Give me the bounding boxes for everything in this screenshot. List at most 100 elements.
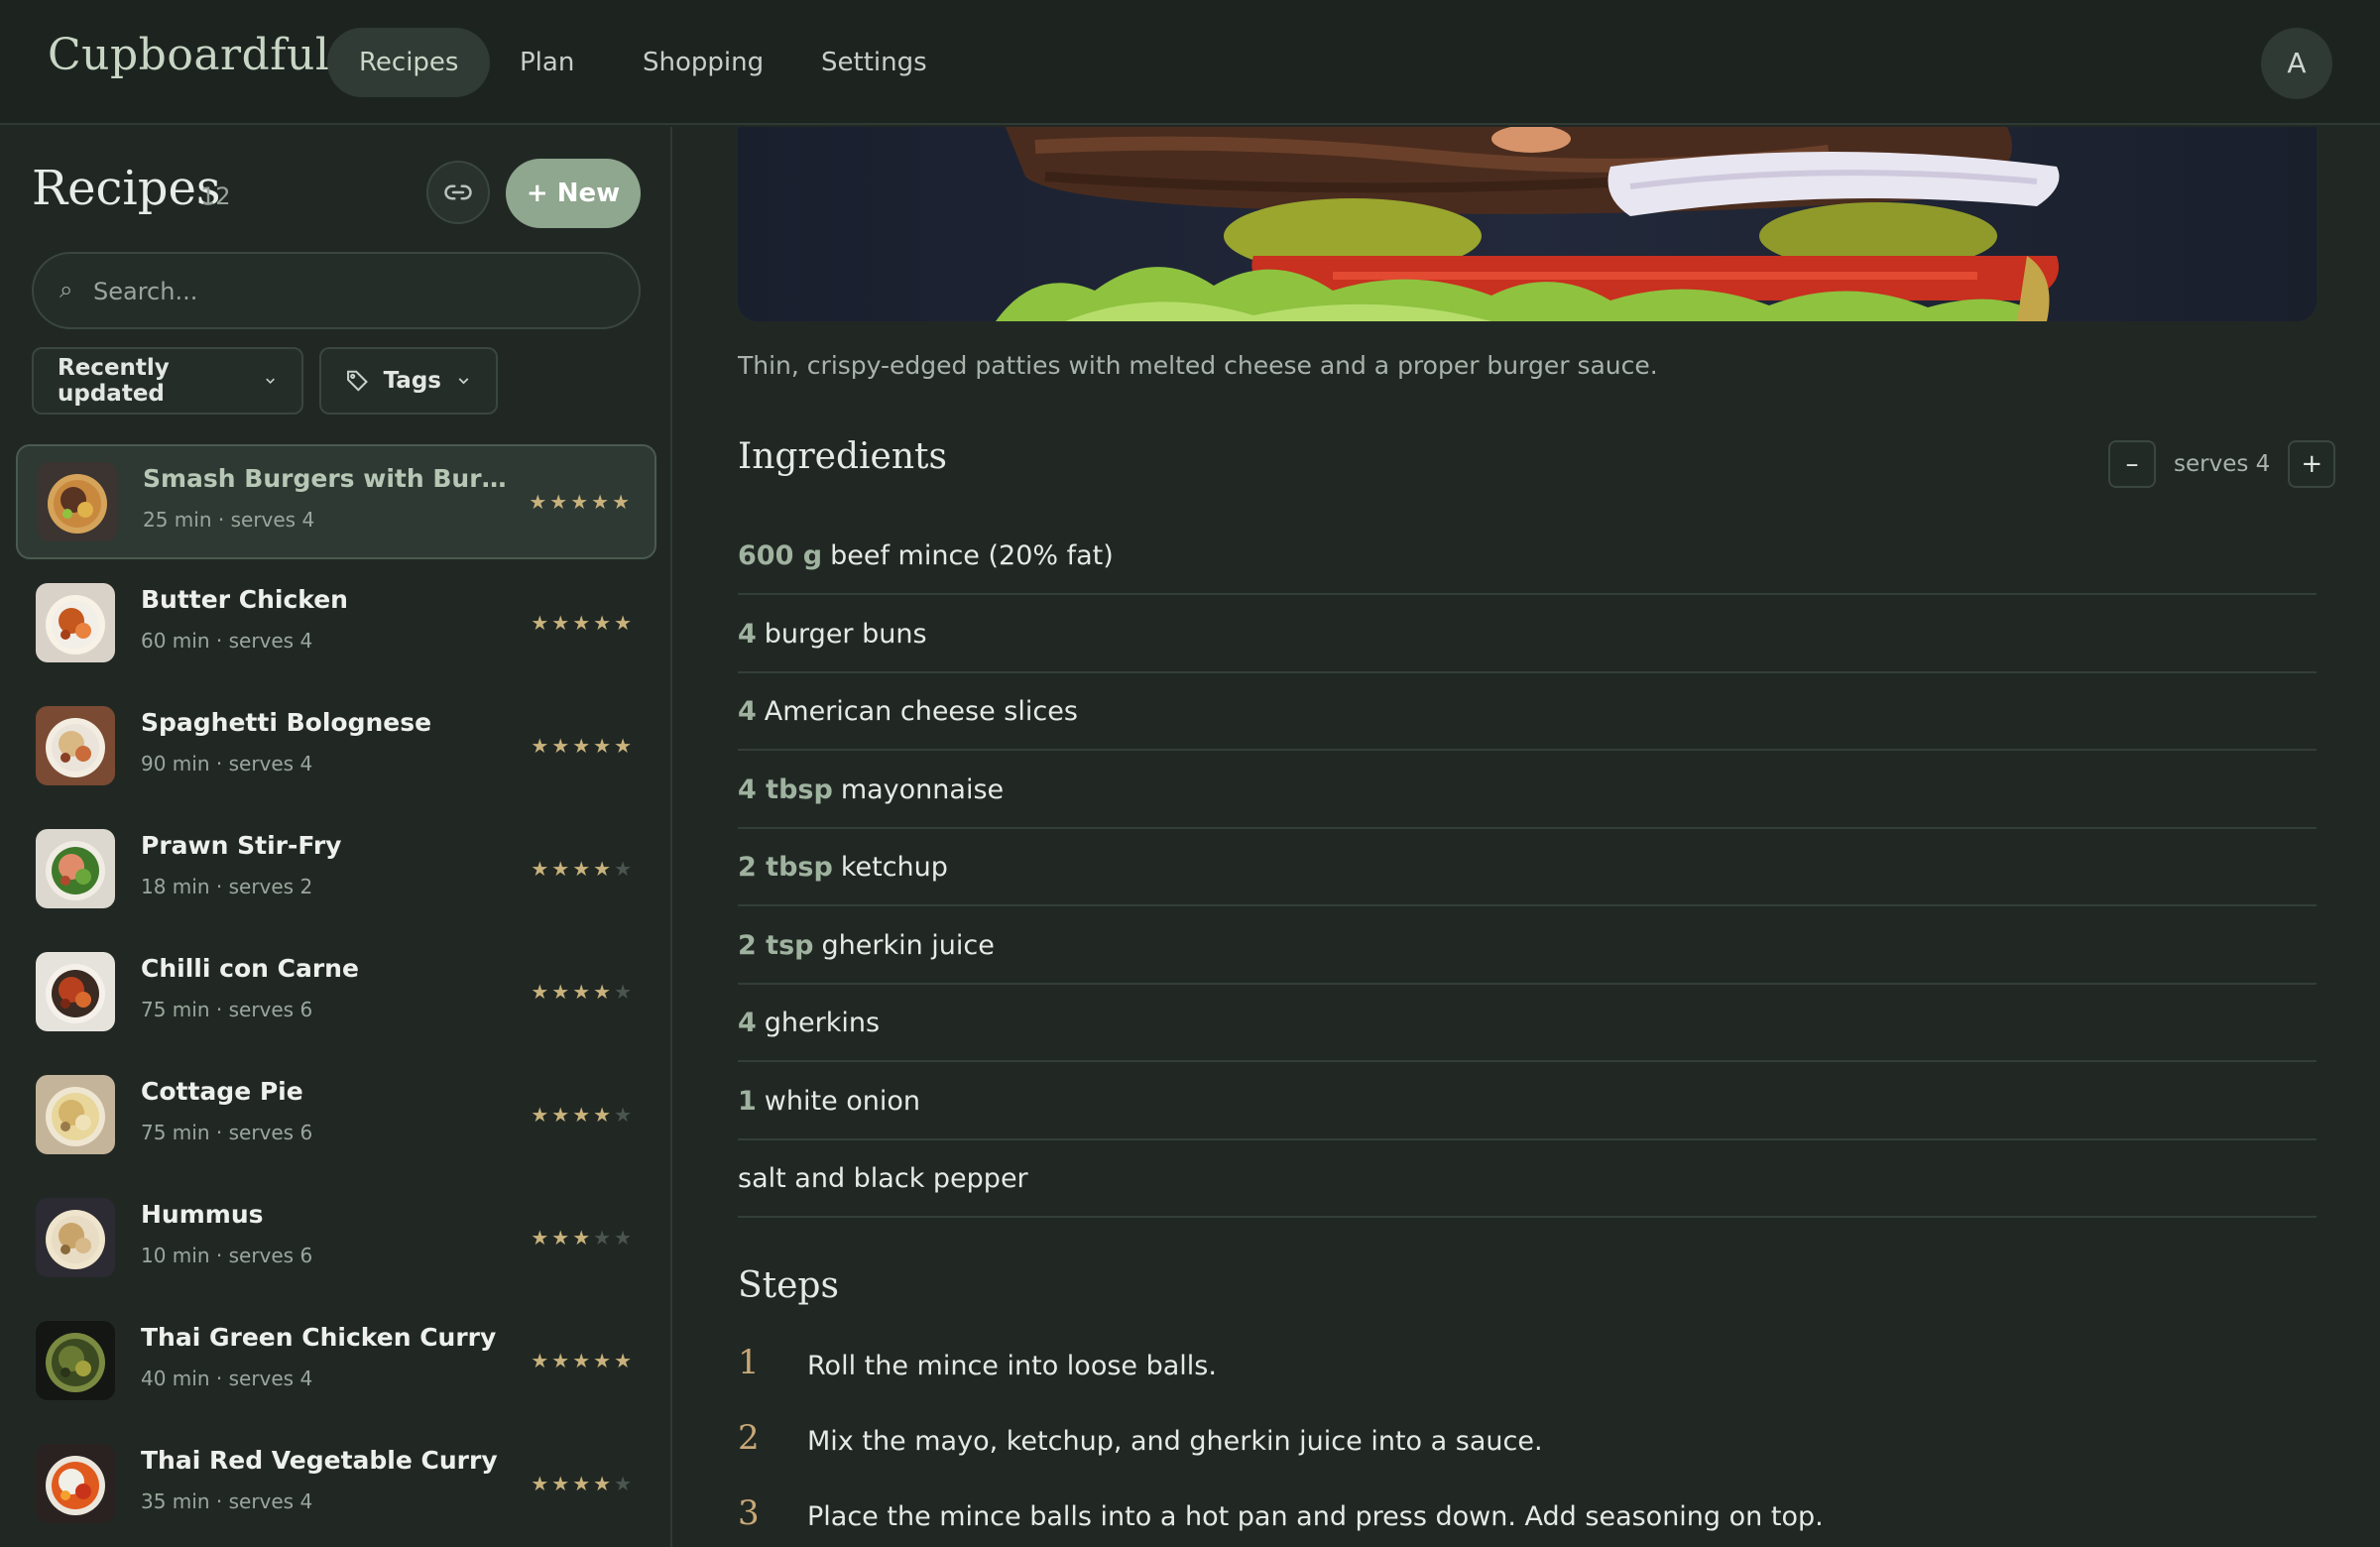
- ingredient-row: 2 tbsp ketchup: [738, 829, 2317, 906]
- recipe-name: Smash Burgers with Burger Sa...: [143, 464, 520, 493]
- ingredient-name: ketchup: [840, 852, 948, 883]
- star-filled-icon: ★: [614, 611, 635, 635]
- recipe-list-item[interactable]: Thai Green Chicken Curry 40 min · serves …: [16, 1305, 656, 1420]
- recipe-list-item[interactable]: Cottage Pie 75 min · serves 6 ★★★★★: [16, 1059, 656, 1174]
- star-filled-icon: ★: [551, 857, 573, 881]
- recipe-list-item[interactable]: Spaghetti Bolognese 90 min · serves 4 ★★★★…: [16, 690, 656, 805]
- star-filled-icon: ★: [529, 490, 550, 514]
- recipe-name: Chilli con Carne: [141, 954, 359, 983]
- ingredient-name: gherkins: [764, 1008, 881, 1038]
- ingredient-quantity: 600 g: [738, 540, 823, 571]
- ingredient-row: 2 tsp gherkin juice: [738, 907, 2317, 985]
- nav-tab-plan[interactable]: Plan: [488, 28, 606, 97]
- sort-label: Recently updated: [58, 355, 170, 407]
- ingredient-row: salt and black pepper: [738, 1140, 2317, 1218]
- ingredient-row: 4 gherkins: [738, 985, 2317, 1062]
- star-filled-icon: ★: [572, 1349, 594, 1372]
- star-filled-icon: ★: [614, 1349, 635, 1372]
- star-filled-icon: ★: [572, 857, 594, 881]
- stir-fry-thumbnail: [36, 829, 115, 908]
- star-filled-icon: ★: [593, 734, 615, 758]
- top-bar: Cupboardful Recipes Plan Shopping Settin…: [0, 0, 2380, 125]
- star-filled-icon: ★: [572, 1472, 594, 1495]
- star-filled-icon: ★: [531, 1103, 552, 1127]
- recipe-name: Butter Chicken: [141, 585, 348, 614]
- star-empty-icon: ★: [614, 1472, 635, 1495]
- recipe-name: Prawn Stir-Fry: [141, 831, 342, 860]
- cottage-pie-thumbnail: [36, 1075, 115, 1154]
- ingredient-quantity: 2 tbsp: [738, 852, 833, 883]
- tag-icon: [347, 370, 368, 392]
- rating-stars: ★★★★★: [531, 980, 635, 1004]
- recipe-description: Thin, crispy-edged patties with melted c…: [738, 351, 1658, 380]
- recipe-meta: 10 min · serves 6: [141, 1244, 313, 1267]
- star-empty-icon: ★: [614, 1226, 635, 1250]
- ingredient-name: burger buns: [764, 618, 927, 650]
- rating-stars: ★★★★★: [531, 611, 635, 635]
- recipe-list-item[interactable]: Butter Chicken 60 min · serves 4 ★★★★★: [16, 567, 656, 682]
- search-input[interactable]: [93, 268, 619, 315]
- ingredient-row: 4 American cheese slices: [738, 673, 2317, 751]
- decrease-serves-button[interactable]: –: [2108, 440, 2156, 488]
- step-number: 3: [738, 1493, 760, 1533]
- ingredient-quantity: 4: [738, 1008, 757, 1038]
- rating-stars: ★★★★★: [531, 734, 635, 758]
- ingredient-name: salt and black pepper: [738, 1163, 1028, 1194]
- star-empty-icon: ★: [593, 1226, 615, 1250]
- new-recipe-button[interactable]: + New: [506, 159, 641, 228]
- star-filled-icon: ★: [593, 1103, 615, 1127]
- star-filled-icon: ★: [591, 490, 613, 514]
- red-curry-thumbnail: [36, 1444, 115, 1523]
- star-filled-icon: ★: [549, 490, 571, 514]
- ingredient-name: gherkin juice: [821, 929, 995, 961]
- recipe-name: Thai Red Vegetable Curry: [141, 1446, 498, 1475]
- recipe-list-item[interactable]: Prawn Stir-Fry 18 min · serves 2 ★★★★★: [16, 813, 656, 928]
- ingredient-name: mayonnaise: [840, 774, 1005, 805]
- recipe-name: Cottage Pie: [141, 1077, 303, 1106]
- star-filled-icon: ★: [572, 1103, 594, 1127]
- star-filled-icon: ★: [531, 1226, 552, 1250]
- star-filled-icon: ★: [551, 611, 573, 635]
- star-empty-icon: ★: [614, 980, 635, 1004]
- user-avatar[interactable]: A: [2261, 28, 2332, 99]
- recipe-meta: 90 min · serves 4: [141, 752, 313, 775]
- step-text: Place the mince balls into a hot pan and…: [807, 1501, 1824, 1532]
- star-filled-icon: ★: [593, 1472, 615, 1495]
- star-filled-icon: ★: [572, 611, 594, 635]
- recipe-meta: 40 min · serves 4: [141, 1367, 313, 1390]
- recipe-name: Spaghetti Bolognese: [141, 708, 432, 737]
- ingredient-row: 4 tbsp mayonnaise: [738, 752, 2317, 829]
- star-filled-icon: ★: [531, 611, 552, 635]
- search-box: ⌕: [32, 252, 641, 329]
- serves-value: serves 4: [2174, 451, 2271, 477]
- nav-tab-recipes[interactable]: Recipes: [327, 28, 491, 97]
- nav-tab-shopping[interactable]: Shopping: [611, 28, 795, 97]
- burger-hero-illustration: [738, 127, 2317, 321]
- star-filled-icon: ★: [551, 734, 573, 758]
- recipe-hero-image: [738, 127, 2317, 321]
- recipe-list-item[interactable]: Hummus 10 min · serves 6 ★★★★★: [16, 1182, 656, 1297]
- recipe-list-item[interactable]: Chilli con Carne 75 min · serves 6 ★★★★★: [16, 936, 656, 1051]
- rating-stars: ★★★★★: [531, 1349, 635, 1372]
- star-empty-icon: ★: [614, 857, 635, 881]
- recipe-list-item[interactable]: Smash Burgers with Burger Sa... 25 min · …: [16, 444, 656, 559]
- step-number: 1: [738, 1343, 760, 1382]
- hummus-thumbnail: [36, 1198, 115, 1277]
- recipe-name: Thai Green Chicken Curry: [141, 1323, 497, 1352]
- butter-chicken-thumbnail: [36, 583, 115, 662]
- rating-stars: ★★★★★: [531, 857, 635, 881]
- star-filled-icon: ★: [531, 857, 552, 881]
- nav-tab-settings[interactable]: Settings: [789, 28, 959, 97]
- rating-stars: ★★★★★: [529, 490, 633, 514]
- tags-dropdown[interactable]: Tags: [319, 347, 498, 415]
- serves-stepper: – serves 4 +: [2108, 440, 2336, 488]
- star-filled-icon: ★: [593, 611, 615, 635]
- star-filled-icon: ★: [551, 1226, 573, 1250]
- brand-logo[interactable]: Cupboardful: [48, 30, 329, 80]
- import-link-button[interactable]: [426, 161, 490, 224]
- increase-serves-button[interactable]: +: [2288, 440, 2336, 488]
- recipe-detail: Thin, crispy-edged patties with melted c…: [674, 127, 2380, 1547]
- step-item: 3 Place the mince balls into a hot pan an…: [738, 1493, 2317, 1547]
- sort-dropdown[interactable]: Recently updated: [32, 347, 303, 415]
- recipe-list-item[interactable]: Thai Red Vegetable Curry 35 min · serves …: [16, 1428, 656, 1543]
